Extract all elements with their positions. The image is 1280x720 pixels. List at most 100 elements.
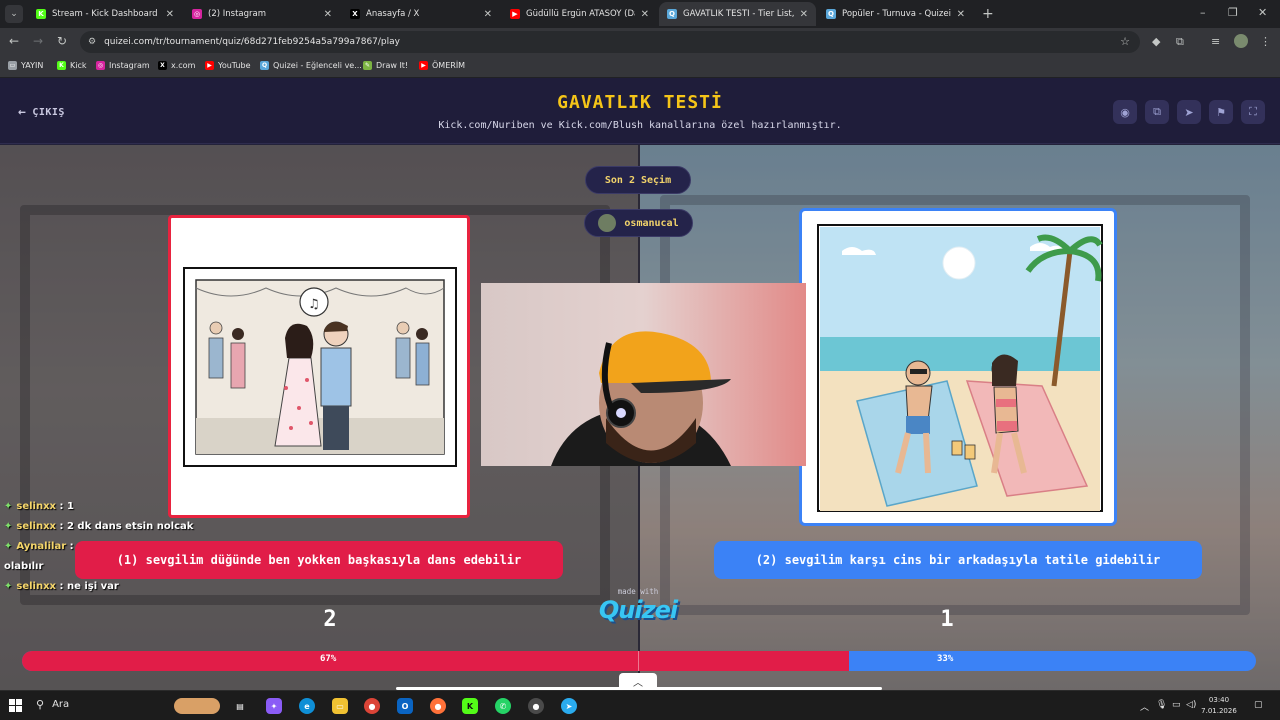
clock-date: 7.01.2026 — [1201, 707, 1237, 715]
made-with-badge[interactable]: made with Quizei — [590, 587, 686, 624]
new-tab-icon[interactable]: + — [982, 6, 994, 22]
chrome-icon[interactable]: ● — [364, 698, 380, 714]
browser-tab[interactable]: Q GAVATLIK TESTİ - Tier List, Kör ✕ — [659, 2, 816, 26]
outlook-icon[interactable]: O — [397, 698, 413, 714]
volume-icon[interactable]: ◁) — [1186, 700, 1196, 710]
quiz-subtitle: Kick.com/Nuriben ve Kick.com/Blush kanal… — [438, 120, 842, 131]
microphone-icon[interactable]: 🎙 — [1156, 700, 1167, 710]
network-icon[interactable]: ▭ — [1172, 700, 1181, 710]
duel-stage: Son 2 Seçim osmanucal ♫ ✦ selinxx: 1 ✦ … — [0, 145, 1280, 690]
chrome-profile-icon[interactable]: ● — [528, 698, 544, 714]
edge-icon[interactable]: e — [299, 698, 315, 714]
x-icon: X — [350, 9, 360, 19]
taskbar-clock[interactable]: 03:40 7.01.2026 — [1198, 695, 1240, 717]
browser-tab-strip: ⌄ K Stream - Kick Dashboard ✕ ◎ (2) Instagra… — [0, 0, 1280, 28]
bookmark-item[interactable]: Xx.com — [158, 61, 195, 70]
bookmark-item[interactable]: ✎ Draw It! — [363, 61, 408, 70]
flag-icon[interactable]: ⚑ — [1209, 100, 1233, 124]
made-with-label: made with — [617, 587, 659, 596]
forward-icon[interactable]: → — [33, 34, 43, 48]
close-tab-icon[interactable]: ✕ — [641, 9, 649, 20]
bookmark-star-icon[interactable]: ☆ — [1120, 35, 1130, 48]
address-bar[interactable]: ⚙ quizei.com/tr/tournament/quiz/68d271fe… — [80, 31, 1140, 53]
streamer-webcam-overlay — [481, 283, 806, 466]
menu-kebab-icon[interactable]: ⋮ — [1260, 35, 1271, 48]
youtube-icon: ▶ — [205, 61, 214, 70]
extension-icon[interactable]: ◆ — [1152, 35, 1160, 48]
copy-icon[interactable]: ⧉ — [1145, 100, 1169, 124]
whatsapp-icon[interactable]: ✆ — [495, 698, 511, 714]
task-view-icon[interactable]: ▤ — [232, 698, 248, 714]
browser-tab-title: GAVATLIK TESTİ - Tier List, Kör — [683, 9, 794, 19]
copilot-icon[interactable]: ✦ — [266, 698, 282, 714]
close-tab-icon[interactable]: ✕ — [324, 9, 332, 20]
right-vote-count: 1 — [940, 607, 954, 632]
media-controls-icon[interactable]: ≡ — [1211, 35, 1220, 48]
bookmark-label: ÖMERİM — [432, 61, 466, 70]
kick-icon: K — [57, 61, 66, 70]
bookmark-label: YAYIN — [21, 61, 44, 70]
search-icon: ⚲ — [36, 698, 45, 711]
bookmark-label: Draw It! — [376, 61, 409, 70]
fullscreen-icon[interactable]: ⛶ — [1241, 100, 1265, 124]
browser-tab[interactable]: X Anasayfa / X ✕ — [342, 2, 500, 26]
close-tab-icon[interactable]: ✕ — [800, 9, 808, 20]
firefox-icon[interactable]: ● — [430, 698, 446, 714]
creator-badge[interactable]: osmanucal — [584, 209, 693, 237]
left-choice-button[interactable]: (1) sevgilim düğünde ben yokken başkasıy… — [75, 541, 563, 579]
tab-search-icon[interactable]: ⌄ — [5, 5, 23, 23]
browser-tab-title: Stream - Kick Dashboard — [52, 9, 158, 19]
windows-start-icon[interactable] — [9, 699, 22, 712]
eye-icon[interactable]: ◉ — [1113, 100, 1137, 124]
bookmark-item[interactable]: ◎ Instagram — [96, 61, 150, 70]
site-info-icon[interactable]: ⚙ — [88, 37, 96, 47]
close-tab-icon[interactable]: ✕ — [484, 9, 492, 20]
taskbar-search[interactable]: ⚲ Ara — [36, 698, 69, 711]
quizei-icon: Q — [826, 9, 836, 19]
left-choice-card[interactable]: ♫ — [168, 215, 470, 518]
bookmarks-bar: ▭ YAYIN K Kick ◎ Instagram Xx.com ▶ YouTube Q Quiz… — [0, 56, 1280, 78]
url-text: quizei.com/tr/tournament/quiz/68d271feb9… — [104, 37, 400, 47]
close-tab-icon[interactable]: ✕ — [166, 9, 174, 20]
browser-tab[interactable]: ▶ Güdüllü Ergün ATASOY (Dağla ✕ — [502, 2, 657, 26]
browser-tab[interactable]: K Stream - Kick Dashboard ✕ — [28, 2, 182, 26]
kick-icon: K — [36, 9, 46, 19]
svg-text:♫: ♫ — [308, 297, 320, 312]
bookmark-item[interactable]: ▶ ÖMERİM — [419, 61, 465, 70]
bookmark-label: YouTube — [218, 61, 251, 70]
bookmark-label: Instagram — [109, 61, 150, 70]
reload-icon[interactable]: ↻ — [57, 34, 67, 48]
sparkle-badge-icon: ✦ — [4, 581, 13, 592]
maximize-icon[interactable]: ❐ — [1228, 6, 1238, 19]
browser-tab[interactable]: Q Popüler - Turnuva - Quizei ✕ — [818, 2, 973, 26]
youtube-icon: ▶ — [419, 61, 428, 70]
taskbar-search-label: Ara — [52, 699, 70, 710]
chat-text: : 1 — [59, 501, 74, 512]
file-explorer-icon[interactable]: ▭ — [332, 698, 348, 714]
bookmark-item[interactable]: ▭ YAYIN — [8, 61, 43, 70]
extensions-puzzle-icon[interactable]: ⧉ — [1176, 35, 1184, 49]
profile-avatar[interactable] — [1234, 34, 1248, 48]
minimize-icon[interactable]: – — [1200, 6, 1206, 19]
browser-tab[interactable]: ◎ (2) Instagram ✕ — [184, 2, 340, 26]
instagram-icon: ◎ — [192, 9, 202, 19]
close-window-icon[interactable]: ✕ — [1258, 6, 1267, 19]
right-choice-card[interactable] — [799, 208, 1117, 526]
share-send-icon[interactable]: ➤ — [1177, 100, 1201, 124]
close-tab-icon[interactable]: ✕ — [957, 9, 965, 20]
bookmark-item[interactable]: K Kick — [57, 61, 87, 70]
notification-icon[interactable]: ▢ — [1254, 700, 1263, 710]
kick-app-icon[interactable]: K — [462, 698, 478, 714]
left-vote-count: 2 — [323, 607, 337, 632]
bookmark-item[interactable]: ▶ YouTube — [205, 61, 251, 70]
creator-name: osmanucal — [624, 217, 679, 229]
back-icon[interactable]: ← — [9, 34, 19, 48]
right-choice-button[interactable]: (2) sevgilim karşı cins bir arkadaşıyla … — [714, 541, 1202, 579]
telegram-icon[interactable]: ➤ — [561, 698, 577, 714]
youtube-icon: ▶ — [510, 9, 520, 19]
left-result-fill — [22, 651, 849, 671]
widgets-icon[interactable] — [174, 698, 220, 714]
bookmark-item[interactable]: Q Quizei - Eğlenceli ve... — [260, 61, 362, 70]
browser-toolbar: ← → ↻ ⚙ quizei.com/tr/tournament/quiz/68… — [0, 28, 1280, 56]
tray-chevron-icon[interactable]: ︿ — [1140, 700, 1149, 713]
